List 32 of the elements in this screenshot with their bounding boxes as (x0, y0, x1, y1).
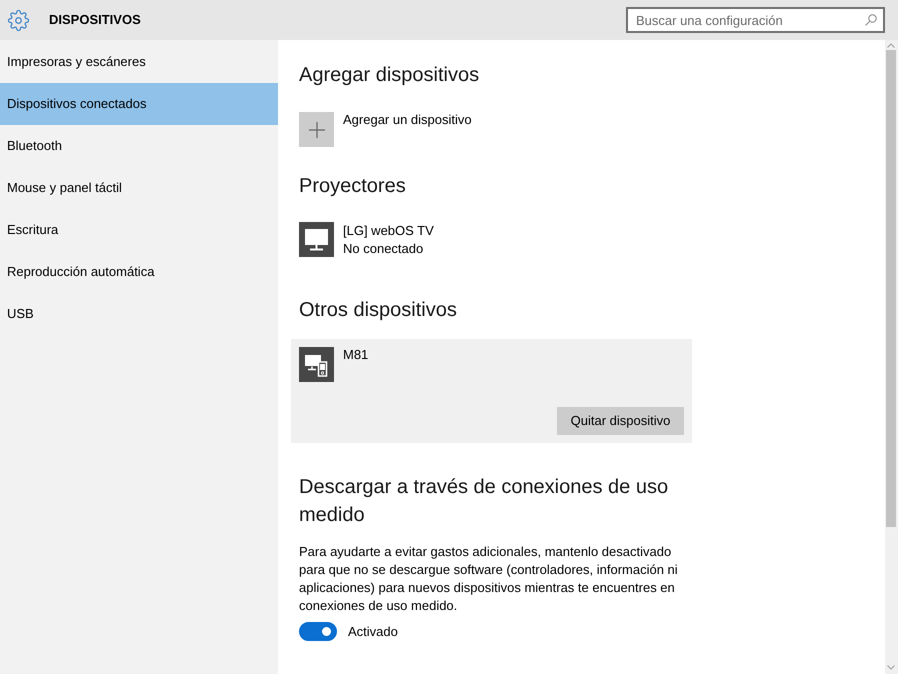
scroll-up-icon[interactable] (887, 43, 895, 48)
scrollbar-thumb[interactable] (886, 50, 896, 527)
search-field[interactable]: Buscar una configuración (626, 7, 885, 33)
sidebar-item[interactable]: USB (0, 293, 278, 335)
toggle-label: Activado (348, 623, 398, 641)
plus-icon (308, 122, 324, 138)
sidebar-item[interactable]: Impresoras y escáneres (0, 41, 278, 83)
add-device-link[interactable]: Agregar un dispositivo (343, 111, 472, 129)
device-name: [LG] webOS TV (343, 222, 434, 240)
sidebar-item[interactable]: Bluetooth (0, 125, 278, 167)
sidebar-item[interactable]: Mouse y panel táctil (0, 167, 278, 209)
page-title: DISPOSITIVOS (49, 11, 141, 30)
device-name: M81 (343, 346, 368, 364)
section-heading: Otros dispositivos (299, 298, 457, 323)
section-heading: Agregar dispositivos (299, 63, 480, 88)
sidebar-item[interactable]: Escritura (0, 209, 278, 251)
sidebar-item[interactable]: Dispositivos conectados (0, 83, 278, 125)
settings-icon (8, 10, 29, 30)
scroll-down-icon[interactable] (887, 665, 895, 670)
section-heading: Descargar a través de conexiones de uso medido (299, 475, 670, 528)
monitor-icon (299, 222, 334, 257)
add-device-tile[interactable] (299, 112, 334, 147)
sidebar-item[interactable]: Reproducción automática (0, 251, 278, 293)
device-card[interactable]: M81 Quitar dispositivo (291, 339, 692, 443)
scrollbar[interactable] (885, 40, 898, 674)
search-icon[interactable] (865, 14, 877, 26)
description-text: Para ayudarte a evitar gastos adicionales, mantenlo desactivado para que no se descargue software (controladores, información ni aplicaciones) para nuevos dispositivos mientras te encuentres en conexiones de uso medido. (299, 543, 679, 615)
toggle-switch[interactable] (299, 622, 337, 642)
device-status: No conectado (343, 240, 424, 258)
section-heading: Proyectores (299, 174, 406, 199)
remove-device-button[interactable]: Quitar dispositivo (557, 407, 684, 435)
devices-icon (299, 347, 334, 382)
